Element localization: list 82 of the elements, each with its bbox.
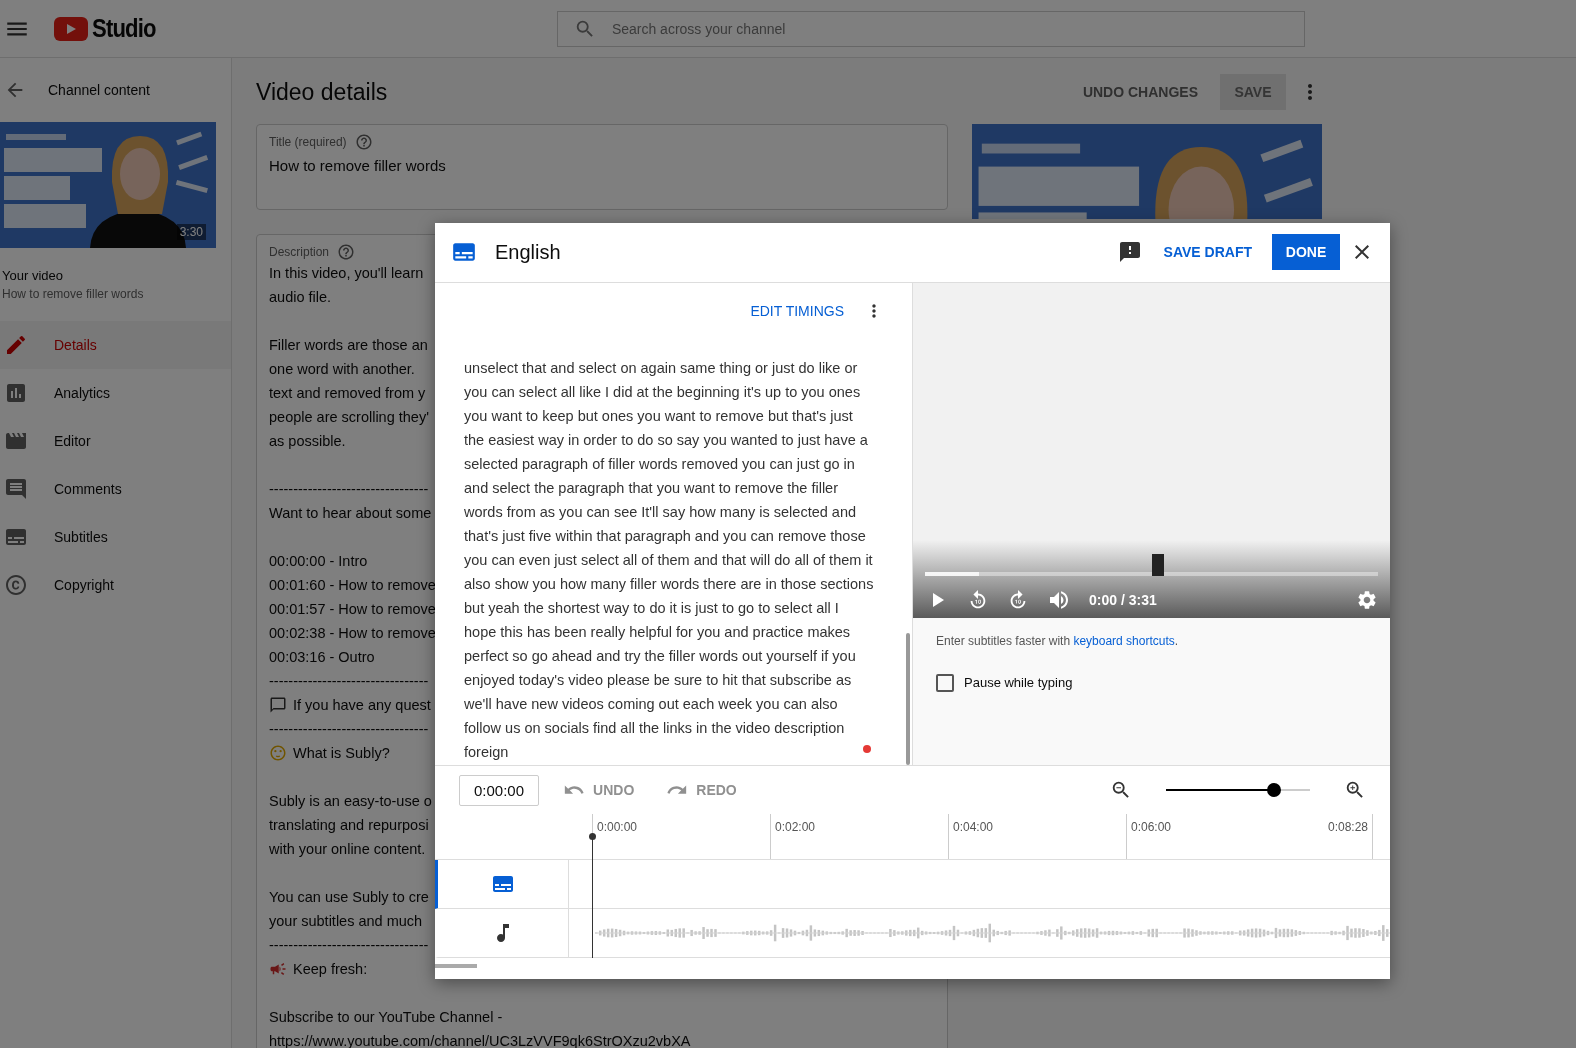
- video-player[interactable]: 0:00 / 3:31: [913, 282, 1390, 618]
- description-line: 00:01:57 - How to remove: [269, 600, 436, 619]
- dialog-title: English: [495, 240, 562, 264]
- help-icon[interactable]: [337, 243, 356, 261]
- hint-text: Enter subtitles faster with: [936, 633, 1072, 648]
- description-line: 00:00:00 - Intro: [269, 552, 368, 571]
- description-line: Keep fresh:: [293, 960, 368, 979]
- progress-bar[interactable]: [925, 553, 1378, 576]
- hint-text: .: [1174, 633, 1179, 648]
- description-line: Want to hear about some: [269, 504, 432, 523]
- description-line: You can use Subly to cre: [269, 888, 429, 907]
- time-label: 0:04:00: [953, 820, 994, 834]
- speech-bubble-icon: [269, 696, 287, 714]
- description-line: 00:02:38 - How to remove: [269, 624, 436, 643]
- transcript-text[interactable]: unselect that and select on again same thing or just do like or you can select all like I did at the beginning it's up to you ones you want to keep but ones you want to remove but that's just the easiest way in order to do so say you wanted to just have a selected paragraph of filler words removed you can just go in and select the paragraph that you want to remove the filler words from as you can see It'll say how many is selected and that's just five within that paragraph and you can remove those you can even just select all of them and that will do all of them it also show you how many filler words there are in those sections but yeah the shortest way to do it is just to go to select all I hope this has been really helpful for you and practice makes perfect so go ahead and try the filler words out yourself if you enjoyed today's video please be sure to hit that subscribe as we'll have new videos coming out each week you can also follow us on socials find all the links in the video description foreign: [435, 339, 912, 764]
- description-line: as possible.: [269, 432, 346, 451]
- description-line: 00:03:16 - Outro: [269, 648, 375, 667]
- shortcuts-link[interactable]: keyboard shortcuts: [1073, 633, 1175, 648]
- description-line: ---------------------------------: [269, 720, 429, 739]
- nav-item[interactable]: Subtitles: [0, 513, 231, 561]
- field-label: Description: [269, 245, 330, 259]
- nav-item[interactable]: Copyright: [0, 561, 231, 609]
- checkbox-label: Pause while typing: [964, 675, 1073, 691]
- back-link[interactable]: Channel content: [48, 82, 150, 98]
- feedback-icon[interactable]: [1117, 240, 1142, 265]
- redo-button[interactable]: REDO: [660, 778, 743, 802]
- nav-item[interactable]: Details: [0, 321, 231, 369]
- search-bar[interactable]: Search across your channel: [556, 10, 1305, 47]
- time-label: 0:02:00: [775, 820, 816, 834]
- done-button[interactable]: DONE: [1272, 234, 1340, 271]
- track-row[interactable]: [435, 909, 1390, 958]
- megaphone-icon: [269, 960, 287, 978]
- time-label: 0:08:28: [1327, 820, 1368, 834]
- search-field[interactable]: Search across your channel: [609, 19, 1288, 38]
- checkbox[interactable]: [936, 673, 954, 692]
- field-label: Title (required): [269, 135, 347, 149]
- pencil-icon: [4, 333, 28, 357]
- time-display: 0:00 / 3:31: [1089, 591, 1158, 608]
- description-line: If you have any quest: [293, 696, 431, 715]
- description-line: one word with another.: [269, 360, 415, 379]
- description-line: your subtitles and much: [269, 912, 423, 931]
- description-line: Subly is an easy-to-use o: [269, 792, 432, 811]
- comment-icon: [4, 477, 28, 501]
- undo-changes-button[interactable]: UNDO CHANGES: [1076, 83, 1204, 101]
- description-line: What is Subly?: [293, 744, 390, 763]
- description-line: 00:01:60 - How to remove: [269, 576, 436, 595]
- description-line: people are scrolling they': [269, 408, 429, 427]
- description-line: text and removed from y: [269, 384, 426, 403]
- description-line: In this video, you'll learn: [269, 264, 424, 283]
- edit-timings-button[interactable]: EDIT TIMINGS: [740, 303, 854, 320]
- description-line: audio file.: [269, 288, 332, 307]
- description-line: ---------------------------------: [269, 936, 429, 955]
- zoom-out-icon[interactable]: [1110, 779, 1132, 801]
- time-label: 0:06:00: [1131, 820, 1172, 834]
- description-line: ---------------------------------: [269, 480, 429, 499]
- logo-text: Studio: [92, 13, 156, 44]
- section-title: Your video: [2, 268, 64, 283]
- nav-item[interactable]: Comments: [0, 465, 231, 513]
- nav-item[interactable]: Editor: [0, 417, 231, 465]
- help-icon[interactable]: [354, 133, 373, 151]
- description-line: ---------------------------------: [269, 672, 429, 691]
- undo-button[interactable]: UNDO: [557, 778, 641, 802]
- settings-icon[interactable]: [1356, 588, 1378, 611]
- title-field[interactable]: Title (required) How to remove filler words: [256, 124, 948, 210]
- description-line: with your online content.: [269, 840, 426, 859]
- bar-chart-icon: [4, 381, 28, 405]
- time-label: 0:00:00: [597, 820, 638, 834]
- description-line: translating and repurposi: [269, 816, 429, 835]
- zoom-in-icon[interactable]: [1344, 779, 1366, 801]
- page-title: Video details: [256, 78, 389, 106]
- description-line: Filler words are those an: [269, 336, 428, 355]
- video-title: How to remove filler words: [2, 287, 145, 301]
- play-logo-icon: [54, 16, 88, 41]
- smiley-icon: [269, 744, 287, 762]
- save-draft-button[interactable]: SAVE DRAFT: [1153, 244, 1262, 261]
- timecode-field[interactable]: 0:00:00: [459, 774, 540, 806]
- track-row[interactable]: [435, 860, 1390, 909]
- nav-item[interactable]: Analytics: [0, 369, 231, 417]
- copyright-icon: [4, 573, 28, 597]
- description-line: Subscribe to our YouTube Channel -: [269, 1008, 503, 1027]
- field-value: How to remove filler words: [269, 157, 446, 174]
- dot-icon: [863, 744, 871, 753]
